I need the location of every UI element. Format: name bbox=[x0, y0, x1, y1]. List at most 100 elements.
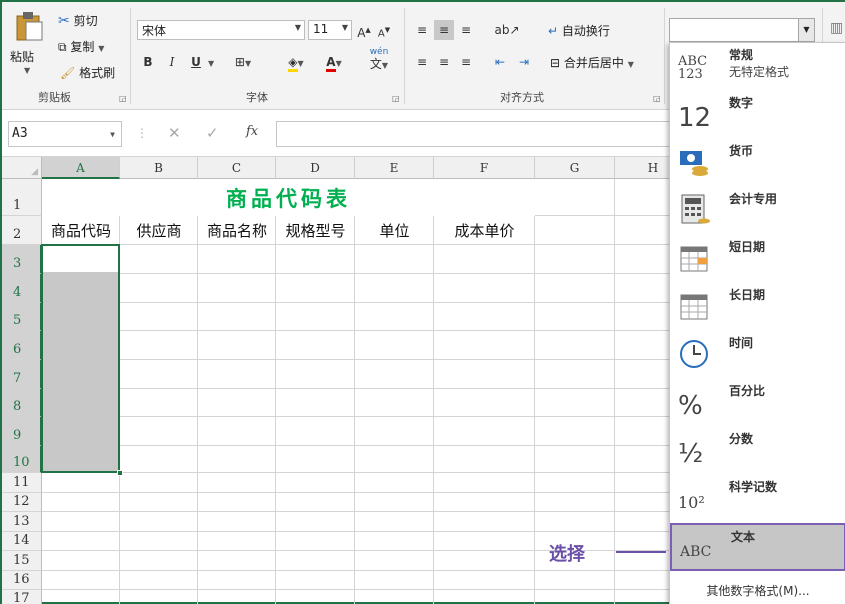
format-painter-button[interactable]: 🖌 格式刷 bbox=[60, 64, 115, 81]
orientation-button[interactable]: ab↗ bbox=[492, 20, 522, 40]
underline-button[interactable]: U bbox=[188, 52, 204, 72]
insert-function-icon[interactable]: fx bbox=[246, 124, 258, 139]
format-option-abc-123[interactable]: ABC 123 常规 无特定格式 bbox=[670, 43, 845, 91]
row-header-7[interactable]: 7 bbox=[2, 360, 42, 389]
chevron-down-icon[interactable]: ▼ bbox=[110, 130, 115, 139]
row-header-12[interactable]: 12 bbox=[2, 493, 42, 512]
border-icon: ⊞ bbox=[234, 55, 245, 69]
increase-indent-button[interactable]: ⇥ bbox=[514, 52, 534, 72]
row-header-6[interactable]: 6 bbox=[2, 331, 42, 360]
align-left-button[interactable]: ≡ bbox=[412, 52, 432, 72]
fill-handle[interactable] bbox=[117, 470, 123, 476]
format-option-fraction[interactable]: ½ 分数 bbox=[670, 427, 845, 475]
active-cell[interactable] bbox=[43, 246, 118, 272]
header-cell[interactable]: 商品名称 bbox=[198, 216, 276, 245]
format-option-long-date-calendar[interactable]: 长日期 bbox=[670, 283, 845, 331]
row-header-15[interactable]: 15 bbox=[2, 551, 42, 571]
more-number-formats-link[interactable]: 其他数字格式(M)... bbox=[670, 582, 845, 599]
copy-dropdown-icon[interactable]: ▼ bbox=[98, 44, 104, 53]
row-header-13[interactable]: 13 bbox=[2, 512, 42, 532]
header-cell[interactable]: 成本单价 bbox=[434, 216, 535, 245]
row-header-1[interactable]: 1 bbox=[2, 179, 42, 216]
cancel-icon[interactable]: ✕ bbox=[168, 124, 181, 142]
paste-dropdown-icon[interactable]: ▼ bbox=[24, 66, 30, 75]
row-header-2[interactable]: 2 bbox=[2, 216, 42, 245]
more-options-icon: ⋮ bbox=[136, 126, 148, 140]
header-cell[interactable]: 单位 bbox=[355, 216, 434, 245]
paste-icon bbox=[16, 12, 43, 41]
column-header-a[interactable]: A bbox=[42, 157, 120, 179]
gridline bbox=[42, 550, 682, 551]
column-header-f[interactable]: F bbox=[434, 157, 535, 179]
format-option-clock[interactable]: 时间 bbox=[670, 331, 845, 379]
number-format-dropdown: ABC 123 常规 无特定格式 12 数字 货币 会计专用 短日期 长日期 时间% 百分比 ½ 分数 1… bbox=[669, 42, 845, 604]
row-header-5[interactable]: 5 bbox=[2, 303, 42, 331]
font-launcher-icon[interactable]: ◲ bbox=[392, 94, 400, 103]
header-cell[interactable]: 供应商 bbox=[120, 216, 198, 245]
format-option-scientific[interactable]: 10² 科学记数 bbox=[670, 475, 845, 523]
short-date-calendar-icon bbox=[678, 241, 718, 279]
merge-center-button[interactable]: ⊟ 合并后居中 ▼ bbox=[550, 54, 634, 71]
format-option-label: 常规 bbox=[729, 48, 754, 62]
selection-range[interactable] bbox=[41, 244, 120, 473]
column-header-c[interactable]: C bbox=[198, 157, 276, 179]
top-align-button[interactable]: ≡ bbox=[412, 20, 432, 40]
enter-icon[interactable]: ✓ bbox=[206, 124, 219, 142]
copy-button[interactable]: ⧉ 复制 ▼ bbox=[58, 38, 104, 55]
font-name-combo[interactable]: 宋体 ▼ bbox=[137, 20, 305, 40]
clipboard-launcher-icon[interactable]: ◲ bbox=[119, 94, 127, 103]
cut-button[interactable]: ✂ 剪切 bbox=[58, 12, 98, 29]
column-header-b[interactable]: B bbox=[120, 157, 198, 179]
font-size-combo[interactable]: 11 ▼ bbox=[308, 20, 352, 40]
header-cell[interactable]: 规格型号 bbox=[276, 216, 355, 245]
column-header-d[interactable]: D bbox=[276, 157, 355, 179]
chevron-down-icon[interactable]: ▼ bbox=[208, 59, 214, 68]
alignment-launcher-icon[interactable]: ◲ bbox=[653, 94, 661, 103]
row-header-9[interactable]: 9 bbox=[2, 417, 42, 446]
format-option-currency[interactable]: 货币 bbox=[670, 139, 845, 187]
ribbon-overflow-icon[interactable]: ▥ bbox=[830, 20, 843, 36]
formula-input[interactable] bbox=[276, 121, 696, 147]
fill-color-button[interactable]: ◈▼ bbox=[280, 52, 312, 72]
row-header-14[interactable]: 14 bbox=[2, 532, 42, 551]
row-header-11[interactable]: 11 bbox=[2, 473, 42, 493]
number-format-combo[interactable]: ▼ bbox=[669, 18, 815, 42]
header-cell[interactable]: 商品代码 bbox=[42, 216, 120, 245]
row-header-16[interactable]: 16 bbox=[2, 571, 42, 590]
format-option-text-abc[interactable]: ABC 文本 bbox=[670, 523, 845, 571]
grow-font-button[interactable]: A▲ bbox=[356, 20, 372, 40]
format-option-label: 科学记数 bbox=[729, 480, 778, 494]
format-option-short-date-calendar[interactable]: 短日期 bbox=[670, 235, 845, 283]
format-option-number-12[interactable]: 12 数字 bbox=[670, 91, 845, 139]
merge-center-label: 合并后居中 bbox=[563, 56, 624, 70]
wrap-text-button[interactable]: ↵ 自动换行 bbox=[548, 22, 610, 39]
gridline bbox=[42, 445, 682, 446]
name-box[interactable]: A3 ▼ bbox=[8, 121, 122, 147]
gridline bbox=[42, 492, 682, 493]
column-header-e[interactable]: E bbox=[355, 157, 434, 179]
row-header-10[interactable]: 10 bbox=[2, 446, 42, 473]
bottom-align-button[interactable]: ≡ bbox=[456, 20, 476, 40]
column-header-g[interactable]: G bbox=[535, 157, 615, 179]
bold-button[interactable]: B bbox=[140, 52, 156, 72]
align-right-button[interactable]: ≡ bbox=[456, 52, 476, 72]
middle-align-button[interactable]: ≡ bbox=[434, 20, 454, 40]
shrink-font-button[interactable]: A▼ bbox=[376, 20, 392, 40]
chevron-down-icon[interactable]: ▼ bbox=[798, 19, 814, 41]
paste-button[interactable]: 粘贴 ▼ bbox=[10, 10, 48, 80]
font-color-button[interactable]: A▼ bbox=[318, 52, 350, 72]
phonetic-button[interactable]: wén 文▼ bbox=[360, 46, 398, 70]
row-header-4[interactable]: 4 bbox=[2, 274, 42, 303]
decrease-indent-button[interactable]: ⇤ bbox=[490, 52, 510, 72]
center-button[interactable]: ≡ bbox=[434, 52, 454, 72]
select-all-corner[interactable]: ◢ bbox=[2, 157, 42, 179]
format-option-percent[interactable]: % 百分比 bbox=[670, 379, 845, 427]
chevron-down-icon[interactable]: ▼ bbox=[628, 60, 634, 69]
row-header-3[interactable]: 3 bbox=[2, 245, 42, 274]
format-option-accounting[interactable]: 会计专用 bbox=[670, 187, 845, 235]
row-header-8[interactable]: 8 bbox=[2, 389, 42, 417]
row-header-17[interactable]: 17 bbox=[2, 590, 42, 604]
italic-button[interactable]: I bbox=[164, 52, 180, 72]
sheet-title-cell[interactable]: 商品代码表 bbox=[42, 179, 535, 216]
borders-button[interactable]: ⊞▼ bbox=[228, 52, 258, 72]
